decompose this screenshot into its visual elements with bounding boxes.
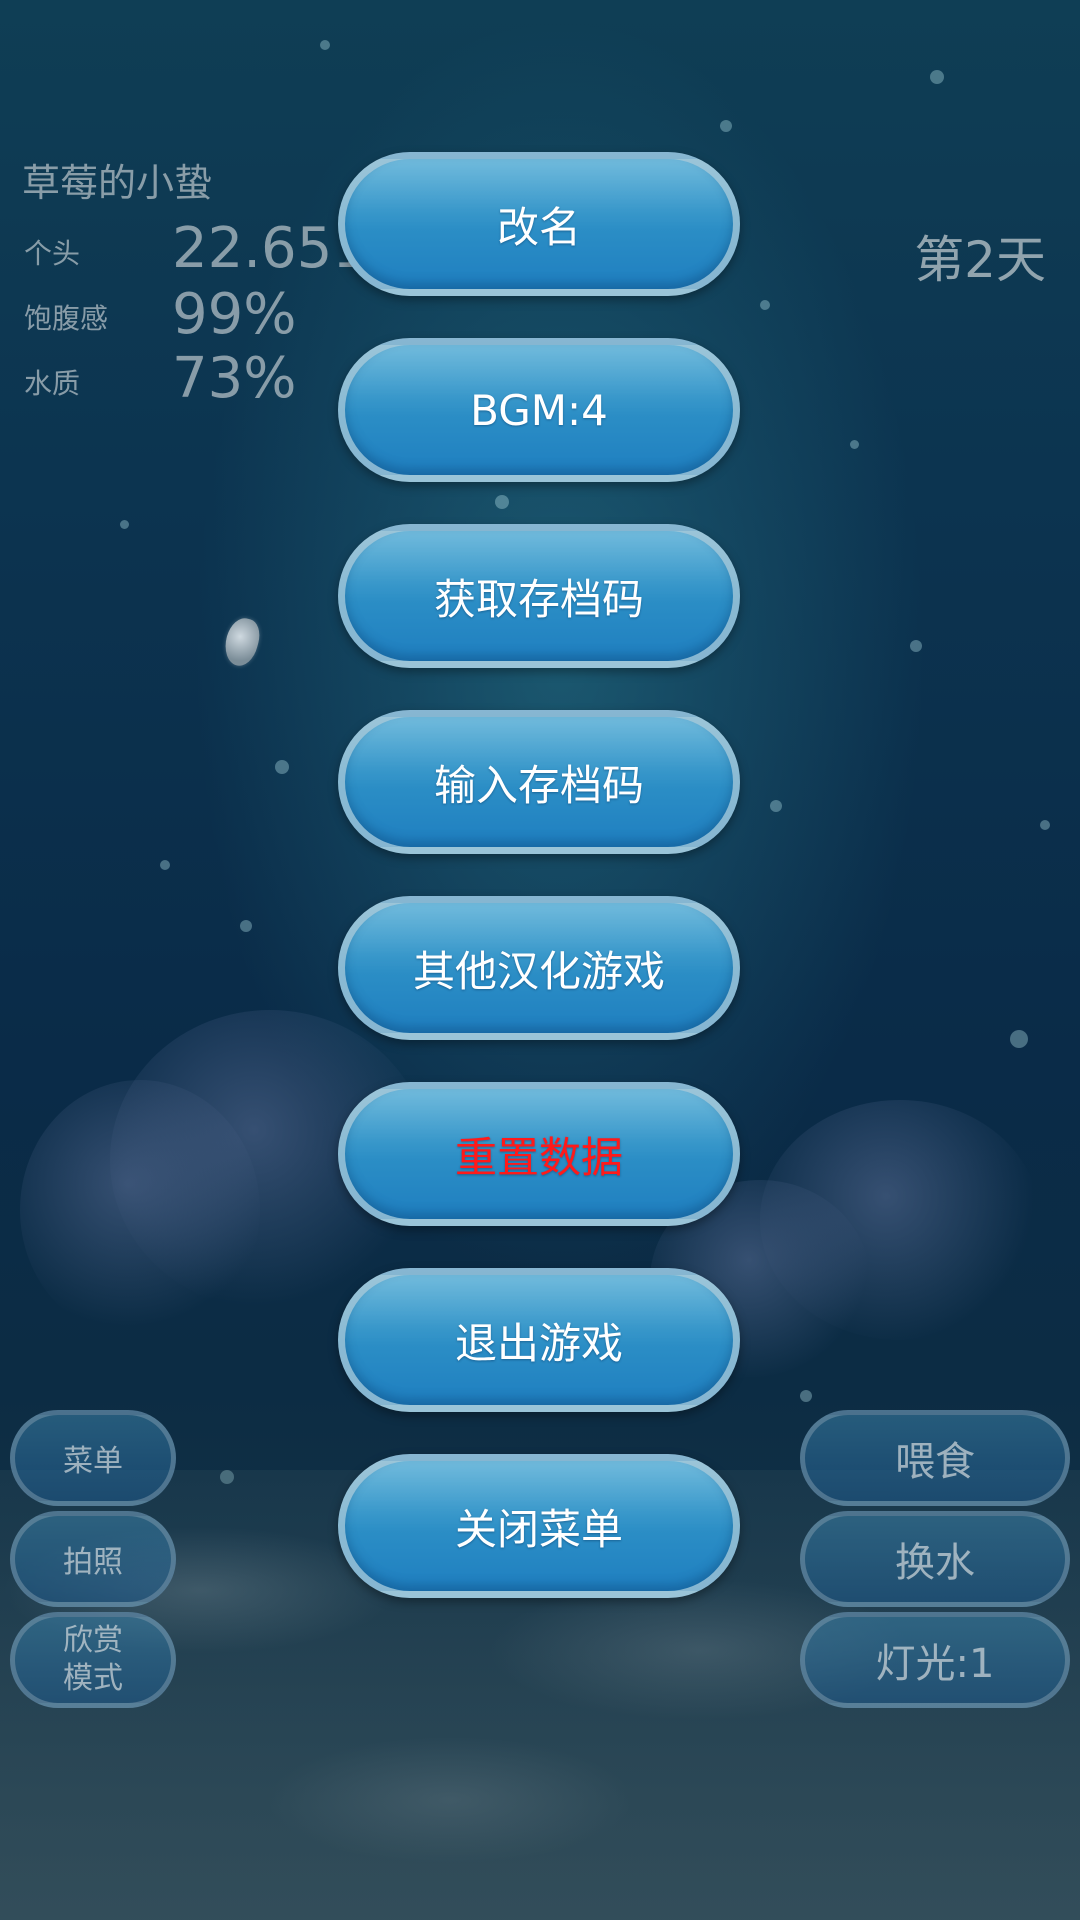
photo-button[interactable]: 拍照: [10, 1511, 176, 1607]
light-button[interactable]: 灯光:1: [800, 1612, 1070, 1708]
reset-data-button[interactable]: 重置数据: [338, 1082, 740, 1226]
feed-button[interactable]: 喂食: [800, 1410, 1070, 1506]
pet-name: 草莓的小蛰: [22, 161, 213, 205]
fullness-value: 99%: [172, 282, 297, 347]
exit-game-button[interactable]: 退出游戏: [338, 1268, 740, 1412]
day-counter: 第2天: [914, 231, 1046, 289]
rename-button[interactable]: 改名: [338, 152, 740, 296]
menu-button[interactable]: 菜单: [10, 1410, 176, 1506]
enter-save-code-button[interactable]: 输入存档码: [338, 710, 740, 854]
close-menu-button[interactable]: 关闭菜单: [338, 1454, 740, 1598]
other-games-button[interactable]: 其他汉化游戏: [338, 896, 740, 1040]
water-quality-label: 水质: [24, 367, 81, 400]
view-mode-button[interactable]: 欣赏 模式: [10, 1612, 176, 1708]
view-mode-label-line2: 模式: [63, 1661, 123, 1696]
water-quality-value: 73%: [172, 346, 297, 411]
get-save-code-button[interactable]: 获取存档码: [338, 524, 740, 668]
fullness-label: 饱腹感: [24, 302, 109, 335]
view-mode-label-line1: 欣赏: [63, 1623, 123, 1658]
jellyfish-pet: [220, 614, 264, 670]
change-water-button[interactable]: 换水: [800, 1511, 1070, 1607]
size-label: 个头: [24, 237, 81, 270]
bgm-button[interactable]: BGM:4: [338, 338, 740, 482]
